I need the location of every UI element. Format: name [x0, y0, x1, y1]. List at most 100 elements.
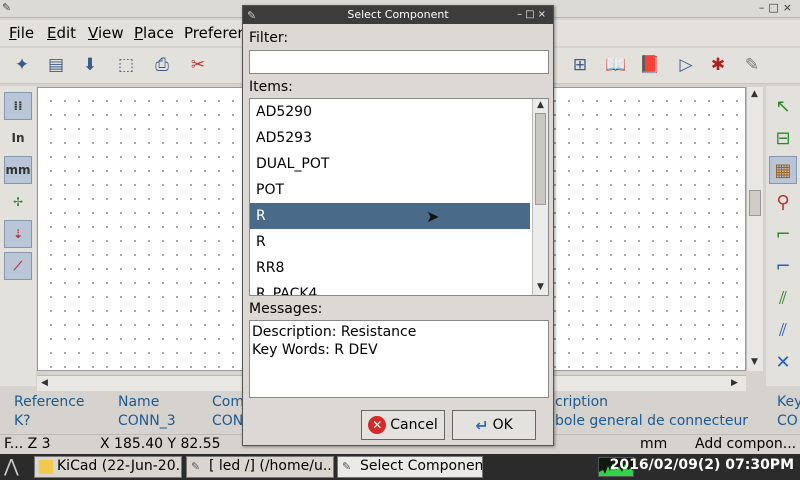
- place-power-icon[interactable]: ⚲: [769, 188, 797, 216]
- cancel-button[interactable]: ✕ Cancel: [361, 410, 445, 440]
- messages-box: Description: Resistance Key Words: R DEV: [249, 320, 549, 398]
- menu-view-label: iew: [97, 24, 124, 42]
- list-scroll-thumb[interactable]: [535, 113, 546, 205]
- list-item[interactable]: POT: [250, 177, 530, 203]
- window-menu-icon[interactable]: ✎: [2, 2, 14, 14]
- menu-preferences[interactable]: Preferen: [184, 24, 247, 42]
- select-component-dialog: ✎ Select Component –□× Filter: Items: AD…: [242, 5, 554, 446]
- sheet-icon[interactable]: ▤: [42, 51, 70, 79]
- ok-return-icon: ↵: [475, 415, 489, 435]
- menu-place-label: lace: [143, 24, 174, 42]
- grid-toggle-icon[interactable]: ⁞⁞: [4, 92, 32, 120]
- select-arrow-icon[interactable]: ↖: [769, 92, 797, 120]
- filter-input[interactable]: [249, 50, 549, 74]
- library-editor-icon[interactable]: 📖: [602, 51, 630, 79]
- print-icon[interactable]: ⎙: [148, 51, 176, 79]
- canvas-vertical-scrollbar[interactable]: ▲ ▼: [746, 87, 763, 371]
- description-value: bole general de connecteur: [555, 413, 749, 429]
- keywords-value: CO: [777, 413, 798, 429]
- new-schematic-icon[interactable]: ✦: [8, 51, 36, 79]
- name-label: Name: [118, 394, 160, 410]
- list-item-selected[interactable]: R: [250, 203, 530, 229]
- hierarchy-icon[interactable]: ⊞: [566, 51, 594, 79]
- cursor-coords: X 185.40 Y 82.55: [100, 436, 221, 452]
- dialog-app-icon: ✎: [342, 460, 352, 473]
- kicad-app-icon: [39, 460, 53, 474]
- list-item[interactable]: AD5290: [250, 99, 530, 125]
- cut-icon[interactable]: ✂: [184, 51, 212, 79]
- keywords-label: Key: [777, 394, 800, 410]
- component-value: CON: [212, 413, 244, 429]
- annotate-icon[interactable]: ▷: [672, 51, 700, 79]
- menu-file-label: ile: [16, 24, 35, 42]
- dialog-title: Select Component: [347, 8, 449, 21]
- bus-to-bus-icon[interactable]: ⫽: [769, 316, 797, 344]
- start-menu-icon[interactable]: ⋀: [4, 456, 19, 477]
- dialog-menu-icon[interactable]: ✎: [247, 7, 256, 25]
- scroll-thumb[interactable]: [749, 190, 761, 216]
- hierarchy-navigate-icon[interactable]: ⊟: [769, 124, 797, 152]
- component-label: Com: [212, 394, 244, 410]
- netlist-icon[interactable]: ✎: [738, 51, 766, 79]
- scroll-right-arrow-icon[interactable]: ▶: [731, 378, 738, 388]
- library-browser-icon[interactable]: 📕: [636, 51, 664, 79]
- erc-bug-icon[interactable]: ✱: [704, 51, 732, 79]
- list-item[interactable]: RR8: [250, 255, 530, 281]
- list-item[interactable]: DUAL_POT: [250, 151, 530, 177]
- message-description: Description: Resistance: [252, 324, 417, 340]
- menu-file[interactable]: File: [9, 24, 34, 42]
- right-toolbar: ↖ ⊟ ▦ ⚲ ⌐ ⌐ ⫽ ⫽ ✕: [766, 86, 800, 386]
- ok-button[interactable]: ↵ OK: [452, 410, 536, 440]
- taskbar: ⋀ KiCad (22-Jun-20... ✎ [ led /] (/home/…: [0, 454, 800, 480]
- hidden-pins-icon[interactable]: ⇣: [4, 220, 32, 248]
- place-component-icon[interactable]: ▦: [769, 156, 797, 184]
- dialog-titlebar: ✎ Select Component –□×: [243, 6, 553, 24]
- eeschema-app-icon: ✎: [191, 460, 201, 473]
- cursor-shape-icon[interactable]: ✢: [4, 188, 32, 216]
- page-settings-icon[interactable]: ⬚: [112, 51, 140, 79]
- action-status: Add compon...: [695, 436, 797, 452]
- scroll-down-arrow-icon[interactable]: ▼: [751, 357, 758, 367]
- dialog-window-controls[interactable]: –□×: [517, 6, 549, 24]
- place-wire-icon[interactable]: ⌐: [769, 220, 797, 248]
- list-item[interactable]: R_PACK4: [250, 281, 530, 295]
- ok-button-label: OK: [492, 417, 513, 433]
- items-list[interactable]: AD5290 AD5293 DUAL_POT POT R R RR8 R_PAC…: [249, 98, 549, 296]
- filter-label: Filter:: [249, 30, 289, 46]
- scroll-left-arrow-icon[interactable]: ◀: [41, 378, 48, 388]
- units-status: mm: [640, 436, 668, 452]
- name-value: CONN_3: [118, 413, 176, 429]
- items-scrollbar[interactable]: ▲ ▼: [532, 99, 548, 295]
- place-bus-icon[interactable]: ⌐: [769, 252, 797, 280]
- wire-to-bus-icon[interactable]: ⫽: [769, 284, 797, 312]
- reference-label: Reference: [14, 394, 85, 410]
- list-scroll-down-icon[interactable]: ▼: [537, 282, 544, 292]
- window-controls[interactable]: –□×: [759, 1, 796, 14]
- task-kicad[interactable]: KiCad (22-Jun-20...: [34, 456, 182, 478]
- menu-place[interactable]: Place: [134, 24, 174, 42]
- save-icon[interactable]: ⬇: [76, 51, 104, 79]
- menu-view[interactable]: View: [88, 24, 124, 42]
- task-eeschema[interactable]: ✎ [ led /] (/home/u...: [186, 456, 334, 478]
- cancel-icon: ✕: [368, 416, 387, 434]
- list-item[interactable]: R: [250, 229, 530, 255]
- cancel-button-label: Cancel: [390, 417, 438, 433]
- no-connect-icon[interactable]: ✕: [769, 348, 797, 376]
- scroll-up-arrow-icon[interactable]: ▲: [751, 89, 758, 99]
- menu-edit[interactable]: Edit: [47, 24, 76, 42]
- list-scroll-up-icon[interactable]: ▲: [537, 100, 544, 110]
- list-item[interactable]: AD5293: [250, 125, 530, 151]
- reference-value: K?: [14, 413, 31, 429]
- mouse-pointer-icon: ➤: [426, 207, 440, 226]
- task-select-component[interactable]: ✎ Select Component: [337, 456, 483, 478]
- message-keywords: Key Words: R DEV: [252, 342, 378, 358]
- items-label: Items:: [249, 79, 293, 95]
- units-inch-icon[interactable]: In: [4, 124, 32, 152]
- units-mm-icon[interactable]: mm: [4, 156, 32, 184]
- task-eeschema-label: [ led /] (/home/u...: [209, 458, 334, 474]
- task-kicad-label: KiCad (22-Jun-20...: [57, 458, 182, 474]
- bus-orientation-icon[interactable]: ⟋: [4, 252, 32, 280]
- description-label: cription: [555, 394, 609, 410]
- task-select-component-label: Select Component: [360, 458, 483, 474]
- menu-edit-label: dit: [56, 24, 77, 42]
